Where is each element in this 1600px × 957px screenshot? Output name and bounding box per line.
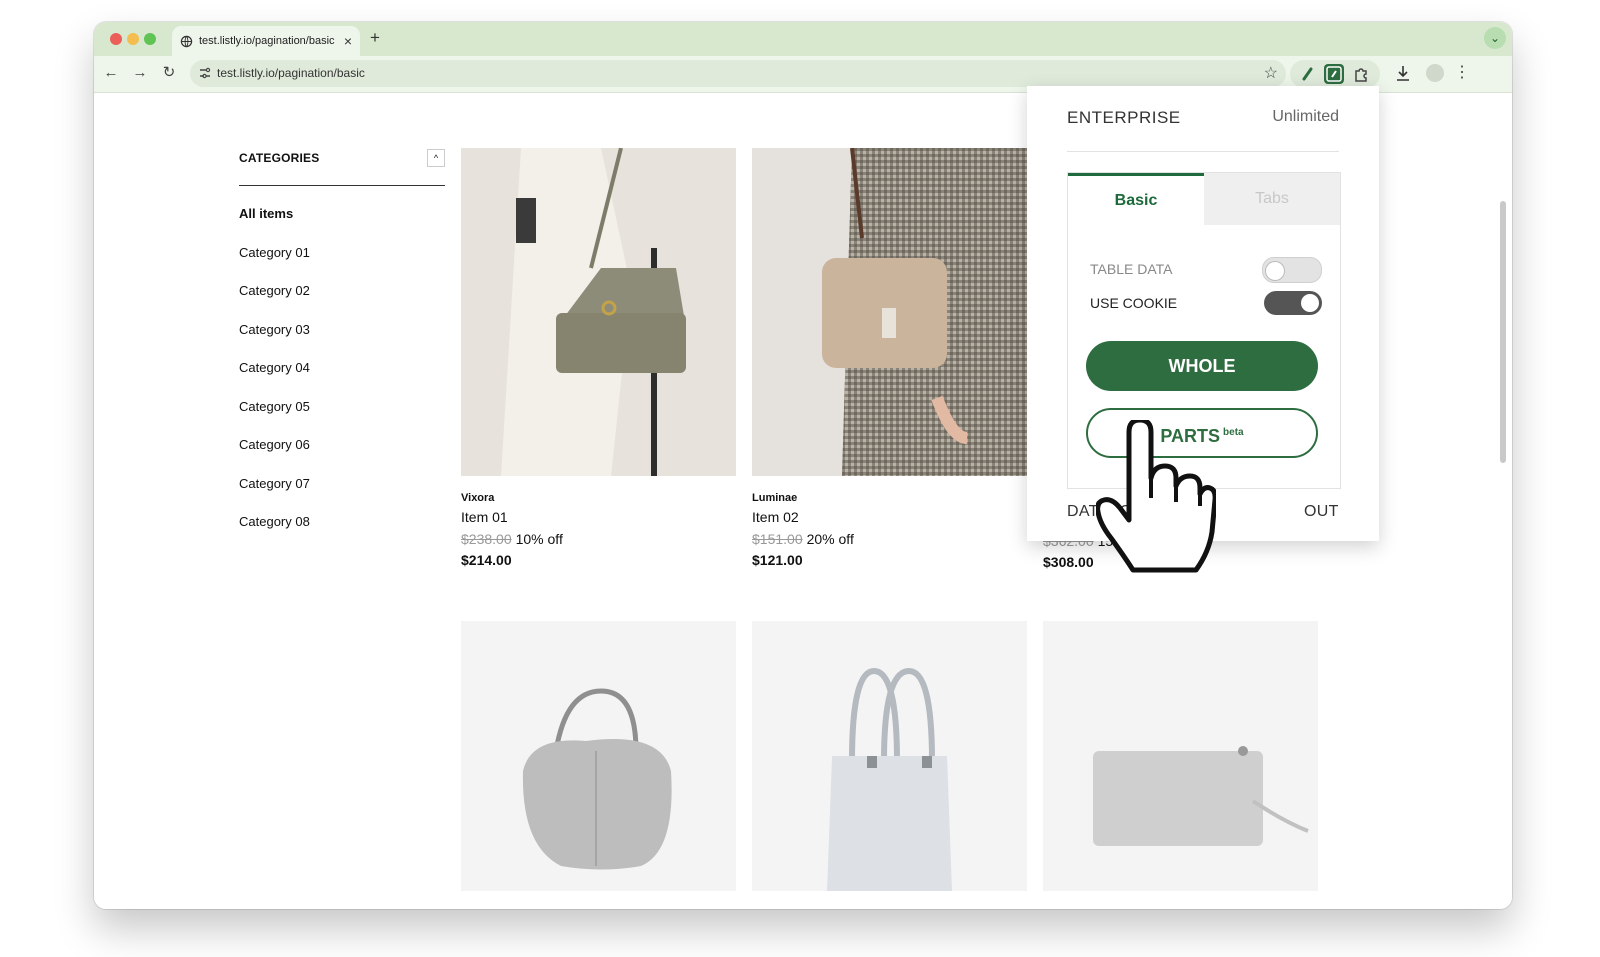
use-cookie-toggle[interactable] xyxy=(1264,291,1322,315)
forward-button[interactable]: → xyxy=(131,64,149,82)
tab-title: test.listly.io/pagination/basic xyxy=(199,35,335,47)
listly-pen-extension-icon[interactable] xyxy=(1298,64,1318,84)
category-item-06[interactable]: Category 06 xyxy=(239,437,310,476)
category-item-08[interactable]: Category 08 xyxy=(239,514,310,553)
product-name[interactable]: Item 01 xyxy=(461,509,736,525)
download-icon[interactable] xyxy=(1395,64,1411,82)
profile-avatar[interactable] xyxy=(1426,64,1444,82)
globe-icon xyxy=(180,35,193,48)
product-card[interactable]: Luminae Item 02 $151.00 20% off $121.00 xyxy=(752,148,1027,568)
address-bar[interactable]: test.listly.io/pagination/basic ☆ xyxy=(190,60,1286,87)
product-discount: 20% off xyxy=(806,531,854,547)
site-info-icon[interactable] xyxy=(198,66,212,80)
tab-search-button[interactable]: ⌄ xyxy=(1484,27,1506,49)
product-image[interactable] xyxy=(752,148,1027,476)
category-item-all[interactable]: All items xyxy=(239,206,310,245)
product-card[interactable] xyxy=(752,621,1027,891)
product-image[interactable] xyxy=(461,621,736,891)
categories-header: CATEGORIES ^ xyxy=(239,149,445,186)
product-original-price: $238.00 xyxy=(461,531,512,547)
tab-basic[interactable]: Basic xyxy=(1068,173,1204,225)
back-button[interactable]: ← xyxy=(102,64,120,82)
whole-button[interactable]: WHOLE xyxy=(1086,341,1318,391)
table-data-label: TABLE DATA xyxy=(1090,261,1173,277)
category-item-07[interactable]: Category 07 xyxy=(239,476,310,515)
beta-badge: beta xyxy=(1223,427,1244,438)
table-data-toggle[interactable] xyxy=(1262,257,1322,283)
product-card[interactable]: Vixora Item 01 $238.00 10% off $214.00 xyxy=(461,148,736,568)
puzzle-extensions-icon[interactable] xyxy=(1351,64,1371,84)
divider xyxy=(1067,151,1339,152)
tab-tabs[interactable]: Tabs xyxy=(1204,173,1340,225)
product-price: $121.00 xyxy=(752,552,803,568)
minimize-window-button[interactable] xyxy=(127,33,139,45)
use-cookie-label: USE COOKIE xyxy=(1090,295,1178,311)
page-content: CATEGORIES ^ All items Category 01 Categ… xyxy=(94,86,1512,909)
category-item-05[interactable]: Category 05 xyxy=(239,399,310,438)
new-tab-button[interactable]: + xyxy=(370,28,380,48)
product-image[interactable] xyxy=(1043,621,1318,891)
browser-menu-icon[interactable]: ⋮ xyxy=(1454,62,1470,82)
product-name[interactable]: Item 02 xyxy=(752,509,1027,525)
collapse-chevron-icon[interactable]: ^ xyxy=(427,149,445,167)
toggle-knob xyxy=(1301,294,1319,312)
product-image[interactable] xyxy=(752,621,1027,891)
plan-name: ENTERPRISE xyxy=(1067,108,1181,127)
category-item-04[interactable]: Category 04 xyxy=(239,360,310,399)
browser-tab[interactable]: test.listly.io/pagination/basic × xyxy=(172,26,360,56)
pointing-hand-cursor-icon xyxy=(1096,420,1216,573)
category-item-02[interactable]: Category 02 xyxy=(239,283,310,322)
category-list: All items Category 01 Category 02 Catego… xyxy=(239,206,310,553)
close-tab-icon[interactable]: × xyxy=(344,33,352,49)
listly-extension-icon[interactable] xyxy=(1324,64,1344,84)
product-card[interactable] xyxy=(1043,621,1318,891)
product-price: $214.00 xyxy=(461,552,512,568)
extensions-group xyxy=(1290,60,1380,88)
page-scrollbar[interactable] xyxy=(1500,201,1506,463)
reload-button[interactable]: ↻ xyxy=(160,64,178,82)
categories-title: CATEGORIES xyxy=(239,151,320,165)
tab-strip: test.listly.io/pagination/basic × + ⌄ xyxy=(94,22,1512,56)
logout-link[interactable]: OUT xyxy=(1304,503,1339,521)
toggle-knob xyxy=(1265,261,1285,281)
product-discount: 10% off xyxy=(515,531,563,547)
category-item-01[interactable]: Category 01 xyxy=(239,245,310,284)
url-text: test.listly.io/pagination/basic xyxy=(217,66,365,80)
product-brand: Vixora xyxy=(461,492,495,504)
browser-window: test.listly.io/pagination/basic × + ⌄ ← … xyxy=(94,22,1512,909)
product-original-price: $151.00 xyxy=(752,531,803,547)
plan-limit: Unlimited xyxy=(1272,108,1339,125)
product-card[interactable] xyxy=(461,621,736,891)
product-brand: Luminae xyxy=(752,492,798,504)
bookmark-star-icon[interactable]: ☆ xyxy=(1264,63,1278,83)
product-image[interactable] xyxy=(461,148,736,476)
close-window-button[interactable] xyxy=(110,33,122,45)
maximize-window-button[interactable] xyxy=(144,33,156,45)
category-item-03[interactable]: Category 03 xyxy=(239,322,310,361)
